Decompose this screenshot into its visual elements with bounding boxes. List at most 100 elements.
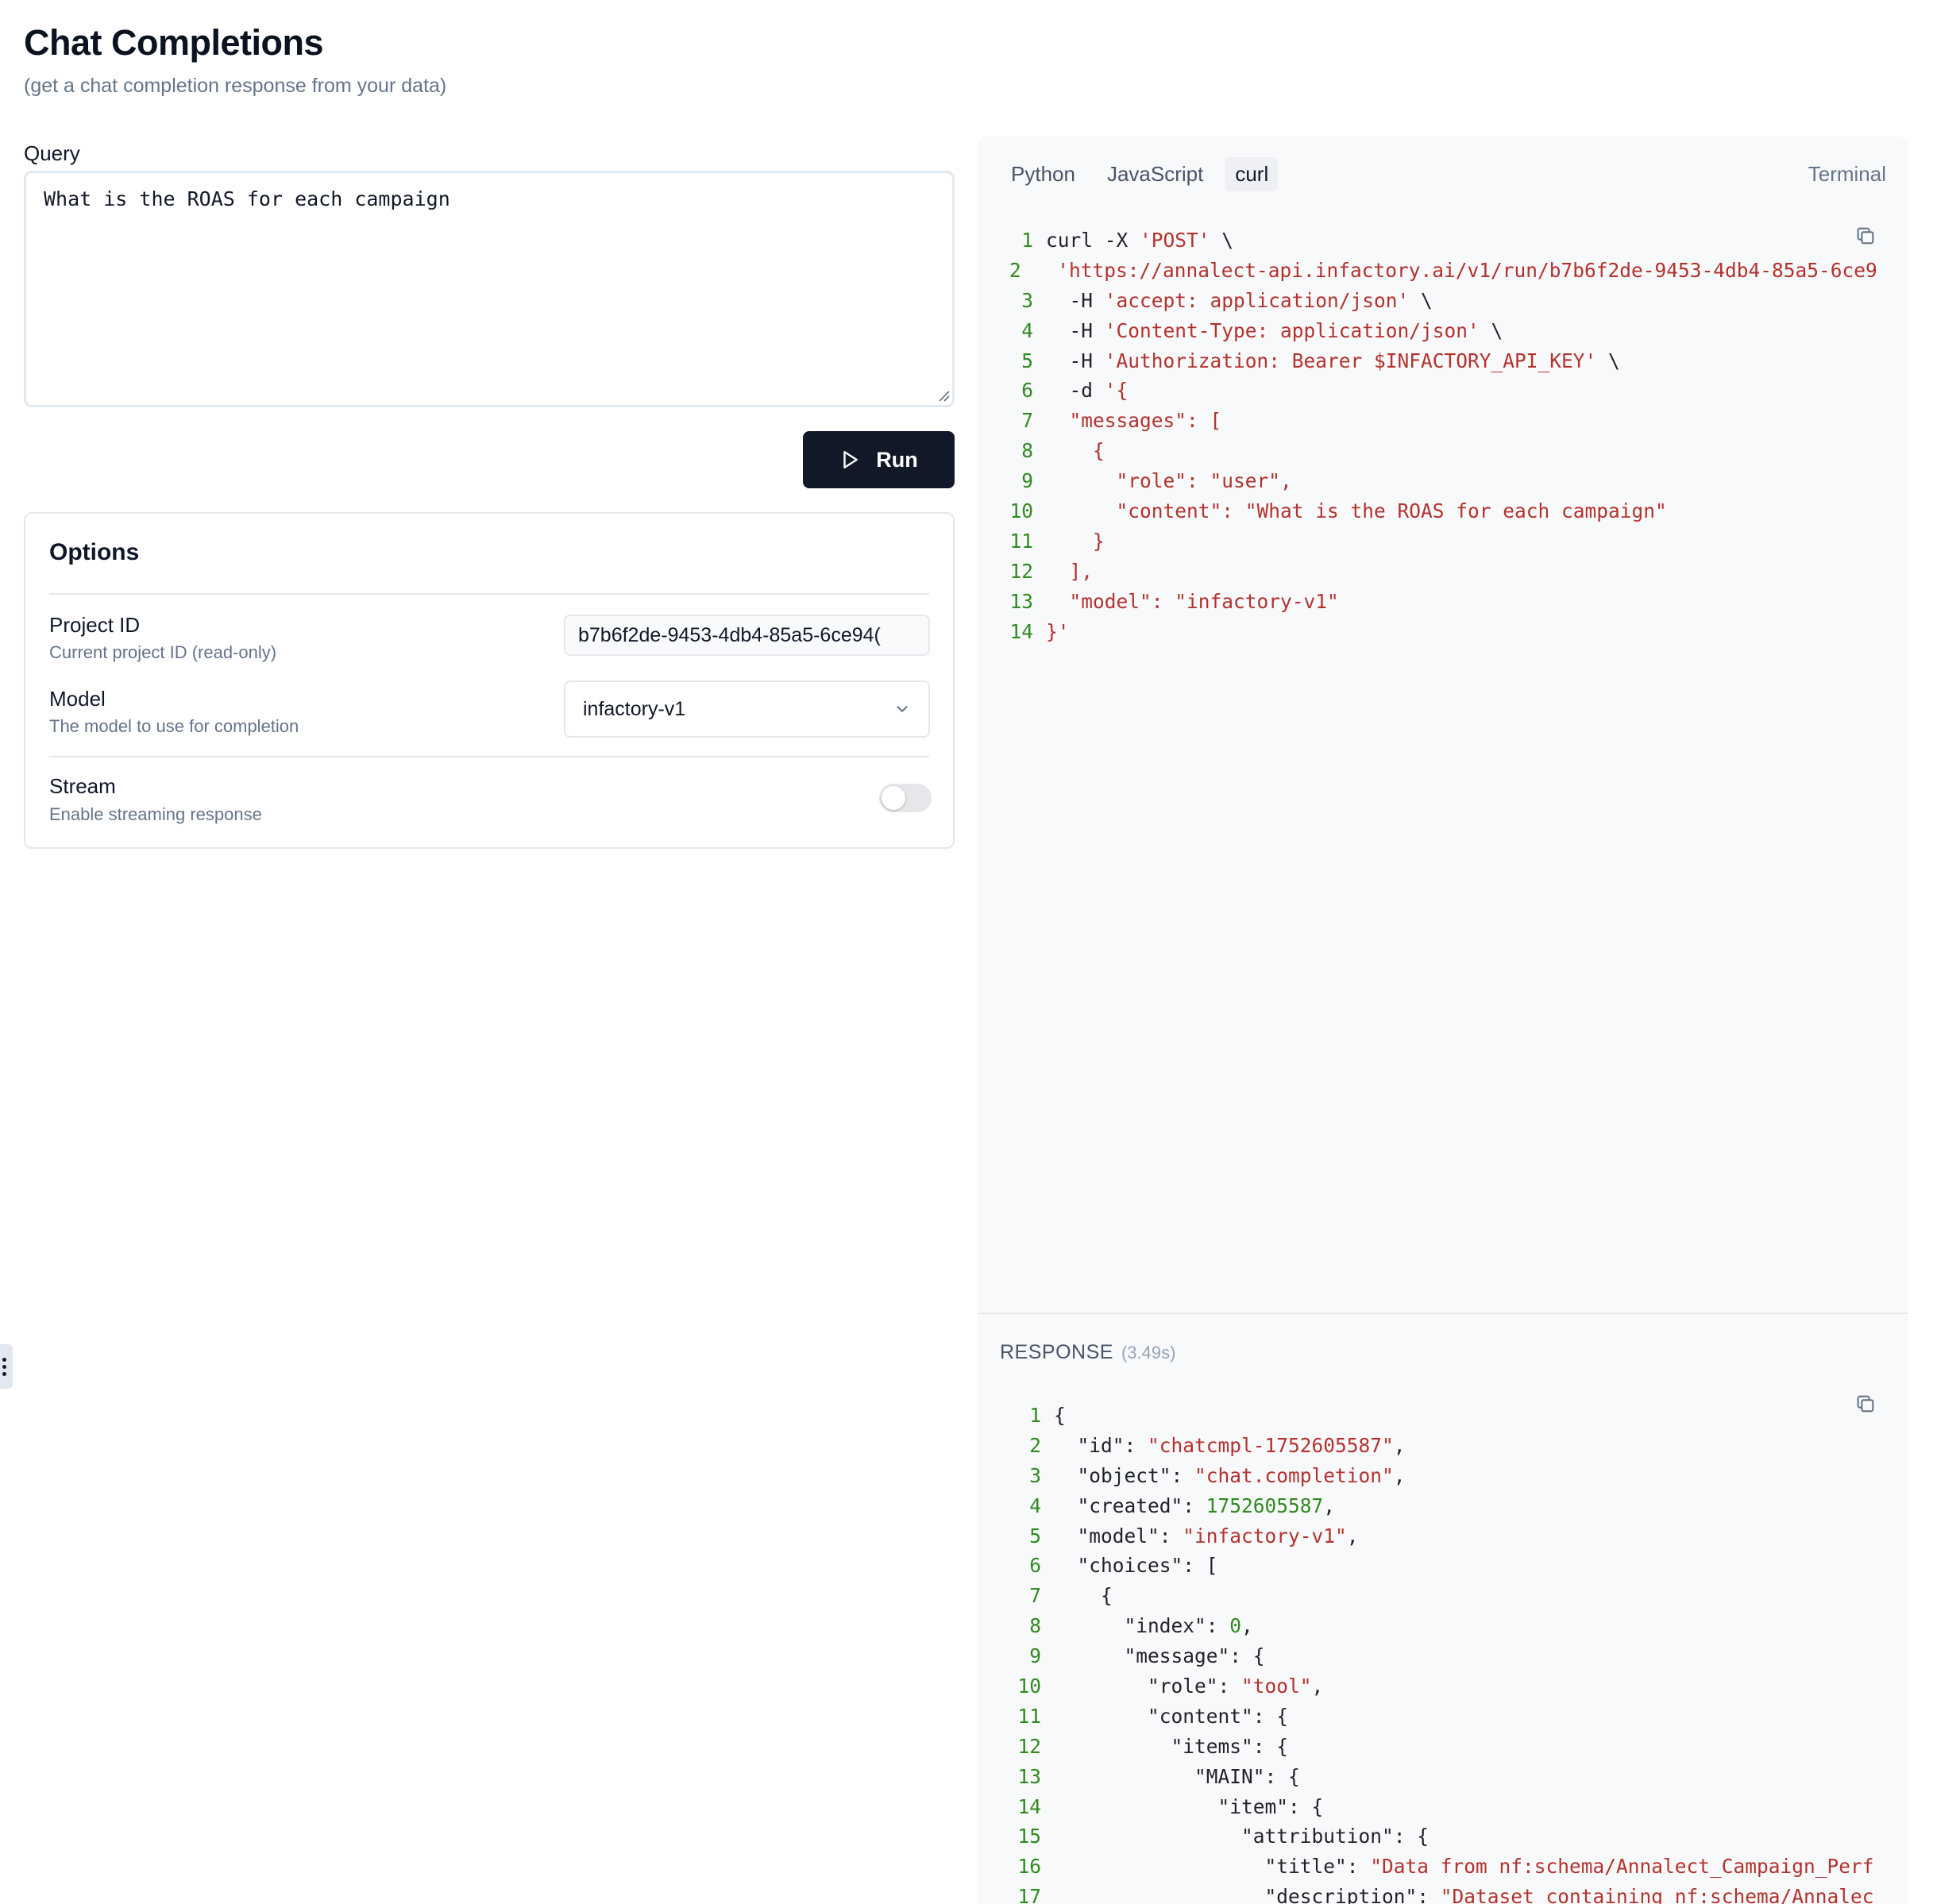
stream-label: Stream: [49, 774, 116, 798]
response-time: (3.49s): [1121, 1343, 1176, 1362]
code-line: 4 "created": 1752605587,: [1009, 1491, 1877, 1521]
code-line: 8 {: [1009, 436, 1877, 466]
play-icon: [843, 451, 858, 468]
stream-toggle[interactable]: [879, 784, 932, 812]
code-text: "choices": [: [1054, 1554, 1218, 1578]
code-string: "chatcmpl-1752605587": [1148, 1433, 1394, 1457]
code-string: "infactory-v1": [1183, 1524, 1347, 1547]
options-panel: Options Project ID Current project ID (r…: [24, 512, 955, 849]
code-text: "MAIN": {: [1054, 1764, 1300, 1788]
line-number: 12: [1017, 1734, 1041, 1758]
line-number: 16: [1017, 1855, 1041, 1879]
response-panel: RESPONSE (3.49s) 1{2 "id": "chatcmpl-1752…: [978, 1312, 1908, 1904]
code-line: 13 "MAIN": {: [1009, 1762, 1877, 1792]
resize-grip-icon[interactable]: [937, 389, 950, 402]
code-string: "tool": [1241, 1675, 1312, 1698]
code-line: 12 "items": {: [1009, 1732, 1877, 1762]
line-number: 14: [1017, 1794, 1041, 1818]
line-number: 11: [1009, 529, 1033, 553]
line-number: 7: [1029, 1584, 1041, 1608]
code-text: -H: [1046, 318, 1105, 342]
line-number: 2: [1009, 258, 1021, 282]
query-label: Query: [24, 141, 80, 165]
terminal-label[interactable]: Terminal: [1808, 162, 1886, 187]
project-id-field[interactable]: [564, 615, 930, 656]
response-label: RESPONSE: [1000, 1341, 1113, 1363]
options-divider: [49, 756, 929, 757]
page-title: Chat Completions: [24, 22, 324, 63]
code-panel: Python JavaScript curl Terminal 1 curl -X…: [978, 137, 1908, 1312]
code-text: ,: [1323, 1494, 1336, 1517]
project-id-description: Current project ID (read-only): [49, 642, 277, 662]
code-line: 10 "content": "What is the ROAS for each…: [1009, 496, 1877, 526]
code-line: 2 "id": "chatcmpl-1752605587",: [1009, 1431, 1877, 1461]
line-number: 4: [1029, 1494, 1041, 1517]
code-line: 1{: [1009, 1401, 1877, 1431]
line-number: 11: [1017, 1704, 1041, 1728]
code-line: 1 curl -X 'POST' \: [1009, 225, 1877, 256]
code-string: 'Authorization: Bearer $INFACTORY_API_KE…: [1104, 349, 1597, 372]
line-number: 6: [1021, 379, 1033, 403]
line-number: 9: [1029, 1644, 1041, 1668]
code-string: '{: [1104, 379, 1129, 403]
model-label: Model: [49, 687, 106, 711]
code-string: "Dataset containing nf:schema/Annalec: [1440, 1885, 1874, 1904]
code-string: "chat.completion": [1194, 1463, 1394, 1487]
code-line: 10 "role": "tool",: [1009, 1671, 1877, 1702]
drag-handle-icon[interactable]: [0, 1344, 13, 1389]
code-string: "content": "What is the ROAS for each ca…: [1046, 499, 1667, 523]
language-tabs: Python JavaScript curl: [1001, 157, 1279, 191]
code-string: "messages": [: [1046, 409, 1222, 433]
code-string: 'https://annalect-api.infactory.ai/v1/ru…: [1057, 258, 1877, 282]
code-line: 14}': [1009, 617, 1877, 647]
line-number: 15: [1017, 1825, 1041, 1848]
code-text: {: [1054, 1404, 1066, 1427]
code-text: "model":: [1054, 1524, 1183, 1547]
line-number: 4: [1021, 318, 1033, 342]
tab-curl[interactable]: curl: [1225, 157, 1279, 191]
code-string: }': [1046, 619, 1070, 643]
line-number: 3: [1021, 288, 1033, 312]
model-select-value: infactory-v1: [583, 697, 686, 720]
tab-python[interactable]: Python: [1001, 157, 1085, 191]
request-code-block: 1 curl -X 'POST' \ 2 'https://annalect-api…: [1009, 225, 1877, 646]
code-line: 7 "messages": [: [1009, 406, 1877, 436]
model-select[interactable]: infactory-v1: [564, 680, 930, 738]
code-text: "description":: [1054, 1885, 1441, 1904]
code-number: 0: [1229, 1614, 1242, 1638]
run-button[interactable]: Run: [803, 431, 955, 488]
code-text: ,: [1346, 1524, 1359, 1547]
stream-toggle-knob: [882, 786, 905, 810]
code-string: "Data from nf:schema/Annalect_Campaign_P…: [1370, 1855, 1874, 1879]
line-number: 9: [1021, 469, 1033, 493]
code-line: 17 "description": "Dataset containing nf…: [1009, 1882, 1877, 1904]
tab-javascript[interactable]: JavaScript: [1098, 157, 1213, 191]
line-number: 10: [1009, 499, 1033, 523]
code-text: ,: [1241, 1614, 1253, 1638]
code-line: 3 "object": "chat.completion",: [1009, 1461, 1877, 1491]
code-text: "attribution": {: [1054, 1825, 1429, 1848]
line-number: 1: [1021, 229, 1033, 252]
code-string: ],: [1046, 559, 1094, 583]
page-subtitle: (get a chat completion response from you…: [24, 75, 447, 97]
line-number: 13: [1009, 589, 1033, 613]
code-string: 'accept: application/json': [1104, 288, 1410, 312]
code-text: \: [1479, 318, 1503, 342]
line-number: 5: [1021, 349, 1033, 372]
code-text: "role":: [1054, 1675, 1242, 1698]
project-id-label: Project ID: [49, 613, 141, 637]
code-string: "model": "infactory-v1": [1046, 589, 1339, 613]
code-string: "role": "user",: [1046, 469, 1292, 493]
options-divider: [49, 593, 929, 595]
code-number: 1752605587: [1206, 1494, 1324, 1517]
line-number: 2: [1029, 1433, 1041, 1457]
code-line: 15 "attribution": {: [1009, 1821, 1877, 1852]
line-number: 12: [1009, 559, 1033, 583]
query-input[interactable]: [24, 171, 955, 407]
code-line: 12 ],: [1009, 557, 1877, 587]
code-text: "title":: [1054, 1855, 1371, 1879]
line-number: 17: [1017, 1885, 1041, 1904]
code-text: "object":: [1054, 1463, 1195, 1487]
code-line: 6 "choices": [: [1009, 1551, 1877, 1581]
